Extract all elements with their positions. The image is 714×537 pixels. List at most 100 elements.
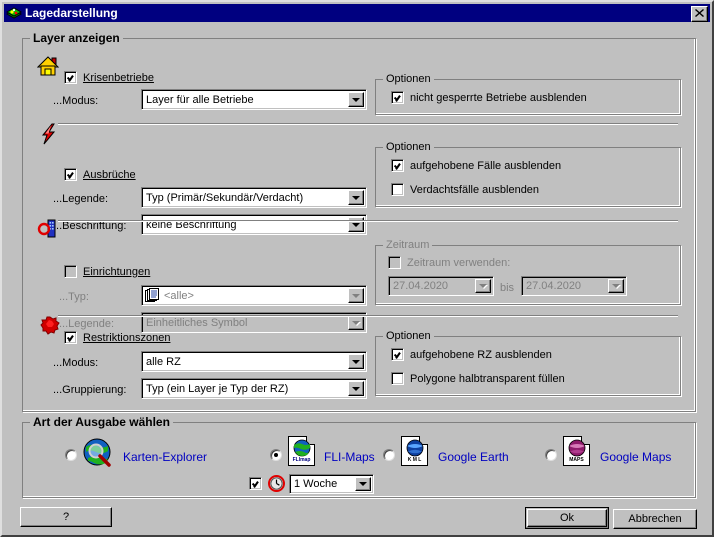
- layers-group-title: Layer anzeigen: [30, 31, 123, 45]
- zeitraum-verwenden-checkbox[interactable]: [388, 256, 401, 269]
- cancel-button[interactable]: Abbrechen: [613, 509, 697, 529]
- chevron-down-icon[interactable]: [348, 354, 364, 369]
- house-icon: [36, 55, 61, 82]
- duration-combo[interactable]: 1 Woche: [289, 474, 374, 494]
- aufgehobene-faelle-checkbox[interactable]: [391, 159, 404, 172]
- restriktionszonen-modus-value: alle RZ: [146, 355, 181, 368]
- flimap-file-icon: FLImap: [288, 436, 315, 466]
- restriktionszonen-checkbox[interactable]: [64, 331, 77, 344]
- aufgehobene-rz-checkbox[interactable]: [391, 348, 404, 361]
- restriktionszonen-modus-label: ...Modus:: [53, 357, 99, 369]
- verdachtsfaelle-label: Verdachtsfälle ausblenden: [410, 184, 540, 196]
- chevron-down-icon[interactable]: [348, 381, 364, 396]
- ausbrueche-beschriftung-combo[interactable]: keine Beschriftung: [141, 214, 367, 235]
- section-separator: [58, 123, 678, 125]
- einrichtungen-legende-value: Einheitliches Symbol: [146, 316, 248, 329]
- zeitraum-bis-label: bis: [500, 282, 515, 294]
- documents-icon: [145, 288, 160, 306]
- label-google-maps[interactable]: Google Maps: [600, 450, 671, 464]
- polygone-halbtransparent-checkbox[interactable]: [391, 372, 404, 385]
- zeitraum-von-combo[interactable]: 27.04.2020: [388, 276, 494, 296]
- polygone-halbtransparent-label: Polygone halbtransparent füllen: [410, 373, 565, 385]
- check-tick-icon: [394, 350, 403, 359]
- restriktionszonen-modus-combo[interactable]: alle RZ: [141, 351, 367, 372]
- ausbrueche-options-title: Optionen: [383, 141, 434, 153]
- nicht-gesperrte-betriebe-label: nicht gesperrte Betriebe ausblenden: [410, 92, 587, 104]
- ausbrueche-legende-label: ...Legende:: [53, 193, 109, 205]
- krisenbetriebe-modus-value: Layer für alle Betriebe: [146, 93, 254, 106]
- red-blob-icon: [39, 315, 61, 340]
- einrichtungen-typ-value: <alle>: [164, 289, 194, 302]
- chevron-down-icon[interactable]: [608, 279, 624, 293]
- clock-icon: [268, 475, 285, 495]
- verdachtsfaelle-checkbox[interactable]: [391, 183, 404, 196]
- output-group-title: Art der Ausgabe wählen: [30, 415, 173, 429]
- restriktionszonen-gruppierung-label: ...Gruppierung:: [53, 384, 127, 396]
- einrichtungen-typ-label: ...Typ:: [59, 291, 89, 303]
- zeitraum-groupbox: Zeitraum Zeitraum verwenden: 27.04.2020 …: [375, 239, 681, 305]
- radio-fli-maps[interactable]: [270, 449, 282, 461]
- restriktionszonen-options-groupbox: Optionen aufgehobene RZ ausblenden Polyg…: [375, 330, 681, 396]
- restriktionszonen-gruppierung-combo[interactable]: Typ (ein Layer je Typ der RZ): [141, 378, 367, 399]
- krisenbetriebe-options-title: Optionen: [383, 73, 434, 85]
- einrichtungen-typ-combo[interactable]: <alle>: [141, 285, 367, 306]
- label-fli-maps[interactable]: FLI-Maps: [324, 450, 375, 464]
- chevron-down-icon[interactable]: [355, 477, 371, 491]
- krisenbetriebe-options-groupbox: Optionen nicht gesperrte Betriebe ausble…: [375, 73, 681, 115]
- chevron-down-icon[interactable]: [348, 288, 364, 303]
- zeitraum-bis-combo[interactable]: 27.04.2020: [521, 276, 627, 296]
- restriktionszonen-options-title: Optionen: [383, 330, 434, 342]
- duration-checkbox[interactable]: [249, 477, 262, 490]
- window-title: Lagedarstellung: [25, 6, 118, 20]
- ok-button[interactable]: Ok: [525, 507, 609, 529]
- einrichtungen-label[interactable]: Einrichtungen: [83, 266, 150, 278]
- chevron-down-icon[interactable]: [348, 92, 364, 107]
- restriktionszonen-label[interactable]: Restriktionszonen: [83, 332, 170, 344]
- check-tick-icon: [252, 479, 261, 488]
- check-tick-icon: [67, 170, 76, 179]
- ausbrueche-label[interactable]: Ausbrüche: [83, 169, 136, 181]
- radio-google-earth[interactable]: [383, 449, 395, 461]
- ausbrueche-legende-value: Typ (Primär/Sekundär/Verdacht): [146, 191, 304, 204]
- einrichtungen-legende-label: ...Legende:: [59, 318, 115, 330]
- globe-magnifier-icon: [82, 437, 114, 472]
- chevron-down-icon[interactable]: [348, 315, 364, 330]
- close-button[interactable]: [691, 6, 708, 22]
- help-button[interactable]: ?: [20, 507, 112, 527]
- layers-groupbox: Layer anzeigen Krisenbetriebe ...Modus: …: [22, 31, 696, 412]
- label-google-earth[interactable]: Google Earth: [438, 450, 509, 464]
- chevron-down-icon[interactable]: [348, 190, 364, 205]
- output-groupbox: Art der Ausgabe wählen Karten-Explorer F…: [22, 415, 696, 498]
- krisenbetriebe-label[interactable]: Krisenbetriebe: [83, 72, 154, 84]
- ausbrueche-options-groupbox: Optionen aufgehobene Fälle ausblenden Ve…: [375, 141, 681, 207]
- map-layers-icon: [5, 6, 23, 21]
- section-separator: [58, 315, 678, 317]
- check-tick-icon: [67, 73, 76, 82]
- lightning-bolt-icon: [39, 123, 59, 148]
- aufgehobene-rz-label: aufgehobene RZ ausblenden: [410, 349, 552, 361]
- chevron-down-icon[interactable]: [475, 279, 491, 293]
- check-tick-icon: [394, 93, 403, 102]
- check-tick-icon: [67, 333, 76, 342]
- krisenbetriebe-modus-combo[interactable]: Layer für alle Betriebe: [141, 89, 367, 110]
- einrichtungen-checkbox[interactable]: [64, 265, 77, 278]
- check-tick-icon: [394, 161, 403, 170]
- radio-dot-icon: [274, 453, 278, 457]
- zeitraum-bis-value: 27.04.2020: [526, 280, 582, 292]
- krisenbetriebe-checkbox[interactable]: [64, 71, 77, 84]
- dialog-window: Lagedarstellung Layer anzeigen Krisenbet…: [0, 0, 714, 537]
- zeitraum-verwenden-label: Zeitraum verwenden:: [407, 257, 511, 269]
- zeitraum-group-title: Zeitraum: [383, 239, 433, 251]
- ausbrueche-checkbox[interactable]: [64, 168, 77, 181]
- zeitraum-von-value: 27.04.2020: [393, 280, 449, 292]
- facility-icon: [37, 219, 61, 244]
- aufgehobene-faelle-label: aufgehobene Fälle ausblenden: [410, 160, 562, 172]
- ausbrueche-legende-combo[interactable]: Typ (Primär/Sekundär/Verdacht): [141, 187, 367, 208]
- kml-file-icon: K M L: [401, 436, 428, 466]
- krisenbetriebe-modus-label: ...Modus:: [53, 95, 99, 107]
- radio-karten-explorer[interactable]: [65, 449, 77, 461]
- duration-value: 1 Woche: [294, 478, 338, 490]
- radio-google-maps[interactable]: [545, 449, 557, 461]
- label-karten-explorer[interactable]: Karten-Explorer: [123, 450, 207, 464]
- nicht-gesperrte-betriebe-checkbox[interactable]: [391, 91, 404, 104]
